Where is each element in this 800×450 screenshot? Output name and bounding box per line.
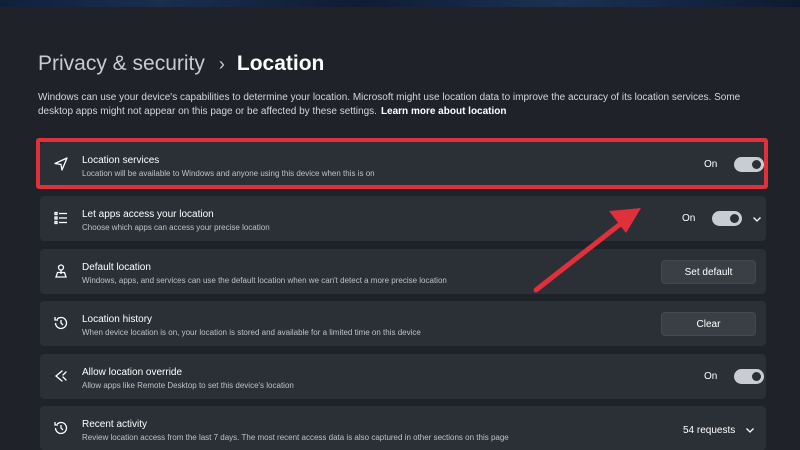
toggle-state-label: On: [704, 159, 718, 170]
person-pin-icon: [51, 261, 71, 281]
setting-recent-activity[interactable]: Recent activity Review location access f…: [40, 406, 766, 450]
app-access-toggle[interactable]: [712, 211, 743, 226]
override-arrows-icon: [51, 366, 71, 386]
setting-subtitle: Choose which apps can access your precis…: [82, 223, 270, 232]
setting-app-location-access[interactable]: Let apps access your location Choose whi…: [40, 196, 766, 241]
chevron-down-icon[interactable]: [752, 213, 764, 225]
location-services-toggle-group: On: [704, 157, 765, 172]
breadcrumb-parent[interactable]: Privacy & security: [38, 52, 205, 76]
window-top-strip: [0, 0, 800, 7]
history-icon: [51, 313, 71, 333]
setting-title: Recent activity: [82, 419, 148, 430]
location-override-toggle[interactable]: [734, 369, 765, 384]
breadcrumb: Privacy & security › Location: [38, 50, 324, 78]
set-default-button[interactable]: Set default: [661, 260, 756, 284]
toggle-knob: [752, 160, 762, 169]
setting-subtitle: Allow apps like Remote Desktop to set th…: [82, 381, 294, 390]
page-description: Windows can use your device's capabiliti…: [38, 91, 766, 119]
setting-title: Location services: [82, 155, 160, 166]
breadcrumb-separator-icon: ›: [218, 53, 225, 74]
toggle-knob: [730, 214, 740, 223]
location-services-toggle[interactable]: [734, 157, 765, 172]
setting-title: Let apps access your location: [82, 209, 214, 220]
clear-history-button[interactable]: Clear: [661, 312, 756, 336]
toggle-state-label: On: [682, 213, 696, 224]
requests-count: 54 requests: [683, 424, 736, 436]
app-list-icon: [51, 208, 71, 228]
setting-title: Location history: [82, 314, 153, 325]
location-arrow-icon: [51, 154, 71, 174]
setting-subtitle: Location will be available to Windows an…: [82, 169, 375, 178]
page-title: Location: [236, 52, 325, 75]
setting-location-services: Location services Location will be avail…: [40, 142, 766, 187]
setting-location-history: Location history When device location is…: [40, 301, 766, 346]
toggle-state-label: On: [704, 371, 718, 382]
location-override-toggle-group: On: [704, 369, 765, 384]
setting-title: Default location: [82, 262, 151, 273]
recent-requests-group: 54 requests: [683, 424, 757, 436]
setting-subtitle: Review location access from the last 7 d…: [82, 433, 509, 442]
setting-subtitle: Windows, apps, and services can use the …: [82, 276, 447, 285]
setting-title: Allow location override: [82, 367, 183, 378]
history-icon: [51, 418, 71, 438]
app-access-toggle-group: On: [682, 211, 764, 226]
learn-more-link[interactable]: Learn more about location: [381, 106, 507, 117]
setting-default-location: Default location Windows, apps, and serv…: [40, 249, 766, 294]
setting-subtitle: When device location is on, your locatio…: [82, 328, 421, 337]
chevron-down-icon[interactable]: [745, 424, 757, 436]
setting-location-override: Allow location override Allow apps like …: [40, 354, 766, 399]
toggle-knob: [752, 372, 762, 381]
